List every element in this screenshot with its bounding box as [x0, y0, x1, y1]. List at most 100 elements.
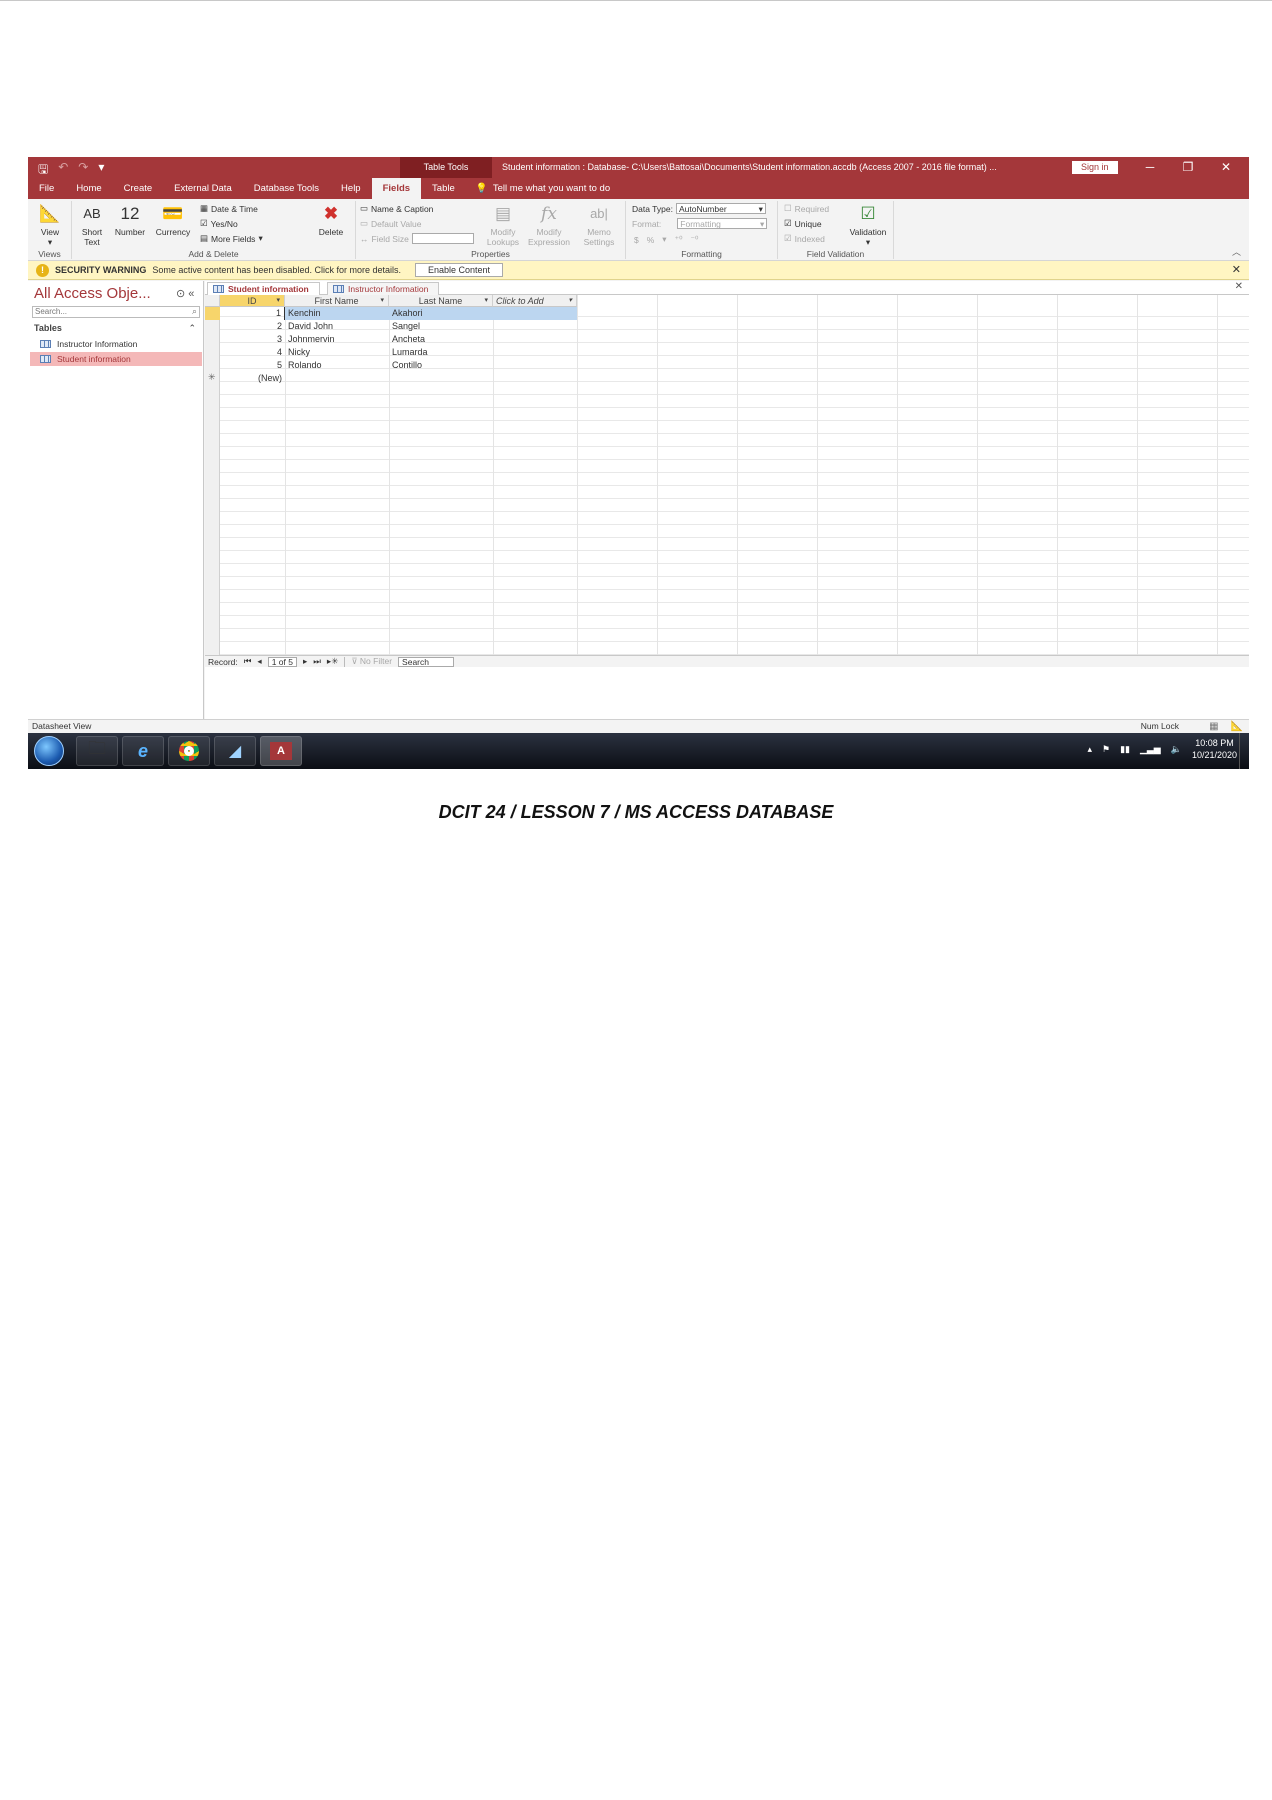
number-button[interactable]: 12 Number	[110, 201, 150, 237]
currency-button[interactable]: 💳 Currency	[152, 201, 194, 237]
minimize-icon[interactable]: ─	[1131, 157, 1169, 178]
cell-first-name[interactable]: Nicky	[285, 346, 389, 359]
decrease-decimals-icon[interactable]: ⁻⁰	[690, 234, 698, 245]
short-text-button[interactable]: AB Short Text	[76, 201, 108, 247]
enable-content-button[interactable]: Enable Content	[414, 263, 504, 277]
tab-file[interactable]: File	[28, 178, 65, 199]
cell-last-name[interactable]: Akahori	[389, 307, 493, 320]
record-selector[interactable]	[205, 320, 220, 333]
select-all-corner[interactable]	[205, 295, 220, 307]
cell-last-name[interactable]: Lumarda	[389, 346, 493, 359]
table-row[interactable]: 3 Johnmervin Ancheta	[205, 333, 1249, 346]
cell-last-name[interactable]: Sangel	[389, 320, 493, 333]
nav-pane-title[interactable]: All Access Obje...	[34, 285, 151, 302]
flag-icon[interactable]: ⚑	[1102, 744, 1110, 755]
format-select[interactable]: Formatting ▾	[677, 218, 768, 229]
cell-first-name[interactable]: Kenchin	[285, 307, 389, 320]
indexed-checkbox[interactable]: ☑ Indexed	[784, 233, 825, 244]
nav-item-student-information[interactable]: Student information	[30, 352, 202, 366]
nav-group-tables[interactable]: Tables ⌃	[34, 323, 196, 333]
cell-last-name[interactable]: Contillo	[389, 359, 493, 372]
cell-last-name[interactable]: Ancheta	[389, 333, 493, 346]
nav-search-input[interactable]: Search... ⌕	[32, 306, 200, 318]
currency-format-button[interactable]: $	[634, 235, 639, 245]
tab-external-data[interactable]: External Data	[163, 178, 243, 199]
nav-item-instructor-information[interactable]: Instructor Information	[30, 337, 202, 351]
cell-id[interactable]: 4	[220, 346, 285, 359]
chevron-down-icon[interactable]: ▾	[484, 295, 488, 307]
more-fields-button[interactable]: ▤ More Fields ▾	[200, 233, 263, 244]
doc-tab-student-information[interactable]: Student information	[207, 282, 320, 295]
tab-database-tools[interactable]: Database Tools	[243, 178, 330, 199]
tell-me-box[interactable]: 💡 Tell me what you want to do	[476, 183, 610, 194]
current-record-input[interactable]: 1 of 5	[267, 656, 297, 667]
first-record-icon[interactable]: ⏮	[244, 656, 252, 667]
tab-table[interactable]: Table	[421, 178, 466, 199]
record-selector[interactable]	[205, 333, 220, 346]
next-record-icon[interactable]: ▸	[303, 656, 307, 667]
doc-tab-instructor-information[interactable]: Instructor Information	[327, 282, 440, 295]
cell-first-name[interactable]: David John	[285, 320, 389, 333]
cell-id[interactable]: 5	[220, 359, 285, 372]
increase-decimals-icon[interactable]: ⁺⁰	[675, 234, 683, 245]
cell-click-to-add[interactable]	[493, 307, 577, 320]
show-hidden-icons-icon[interactable]: ▴	[1087, 744, 1092, 755]
column-header-last-name[interactable]: Last Name ▾	[389, 295, 493, 307]
new-record-row[interactable]: ✳ (New)	[205, 372, 1249, 385]
comma-format-icon[interactable]: ▾	[662, 234, 666, 245]
security-warning-message[interactable]: Some active content has been disabled. C…	[152, 265, 401, 275]
delete-button[interactable]: ✖ Delete	[312, 201, 350, 237]
file-explorer-taskbar-button[interactable]: 🗀	[76, 736, 118, 766]
default-value-button[interactable]: ▭ Default Value	[360, 218, 421, 229]
unique-checkbox[interactable]: ☑ Unique	[784, 218, 822, 229]
cell-first-name[interactable]: Johnmervin	[285, 333, 389, 346]
close-document-icon[interactable]: ✕	[1235, 281, 1243, 292]
chevron-down-icon[interactable]: ▾	[276, 295, 280, 307]
app-taskbar-button[interactable]: ◢	[214, 736, 256, 766]
cell-id[interactable]: 3	[220, 333, 285, 346]
table-row[interactable]: 2 David John Sangel	[205, 320, 1249, 333]
view-button[interactable]: 📐 View ▾	[34, 201, 66, 248]
network-icon[interactable]: ▮▮	[1120, 744, 1130, 755]
table-row[interactable]: 1 Kenchin Akahori	[205, 307, 1249, 320]
cell-id[interactable]: 1	[220, 307, 285, 320]
sign-in-button[interactable]: Sign in	[1072, 161, 1118, 174]
tab-home[interactable]: Home	[65, 178, 112, 199]
record-search-input[interactable]: Search	[398, 656, 455, 667]
datasheet-view-icon[interactable]: ▦	[1209, 720, 1218, 733]
no-filter-button[interactable]: ⊽ No Filter	[351, 656, 392, 667]
record-selector[interactable]	[205, 307, 220, 320]
date-time-button[interactable]: ▦ Date & Time	[200, 203, 258, 214]
percent-format-button[interactable]: %	[647, 235, 655, 245]
tab-create[interactable]: Create	[113, 178, 164, 199]
field-size-input[interactable]	[411, 233, 474, 244]
access-taskbar-button[interactable]: A	[260, 736, 302, 766]
record-selector[interactable]	[205, 346, 220, 359]
yes-no-button[interactable]: ☑ Yes/No	[200, 218, 238, 229]
data-type-select[interactable]: AutoNumber ▾	[675, 203, 766, 214]
nav-menu-icon[interactable]: ⊙	[176, 288, 185, 300]
table-row[interactable]: 4 Nicky Lumarda	[205, 346, 1249, 359]
column-header-id[interactable]: ID ▾	[220, 295, 285, 307]
cell-new-id[interactable]: (New)	[220, 372, 285, 385]
close-icon[interactable]: ✕	[1232, 263, 1241, 276]
name-caption-button[interactable]: ▭ Name & Caption	[360, 203, 433, 214]
required-checkbox[interactable]: ☐ Required	[784, 203, 829, 214]
chevron-down-icon[interactable]: ▾	[380, 295, 384, 307]
record-selector[interactable]: ✳	[205, 372, 220, 385]
cell-id[interactable]: 2	[220, 320, 285, 333]
internet-explorer-taskbar-button[interactable]: e	[122, 736, 164, 766]
memo-settings-button[interactable]: ab| Memo Settings	[576, 201, 622, 247]
validation-button[interactable]: ☑ Validation ▾	[844, 201, 892, 248]
cell-first-name[interactable]: Rolando	[285, 359, 389, 372]
column-header-first-name[interactable]: First Name ▾	[285, 295, 389, 307]
collapse-ribbon-icon[interactable]: ︿	[1232, 245, 1241, 258]
clock[interactable]: 10:08 PM 10/21/2020	[1192, 737, 1237, 761]
volume-icon[interactable]: 🔈	[1171, 744, 1182, 755]
previous-record-icon[interactable]: ◂	[257, 656, 261, 667]
design-view-icon[interactable]: 📐	[1231, 720, 1243, 733]
collapse-pane-icon[interactable]: «	[188, 288, 194, 300]
table-row[interactable]: 5 Rolando Contillo	[205, 359, 1249, 372]
close-icon[interactable]: ✕	[1207, 157, 1245, 178]
chevron-down-icon[interactable]: ▾	[568, 295, 572, 307]
